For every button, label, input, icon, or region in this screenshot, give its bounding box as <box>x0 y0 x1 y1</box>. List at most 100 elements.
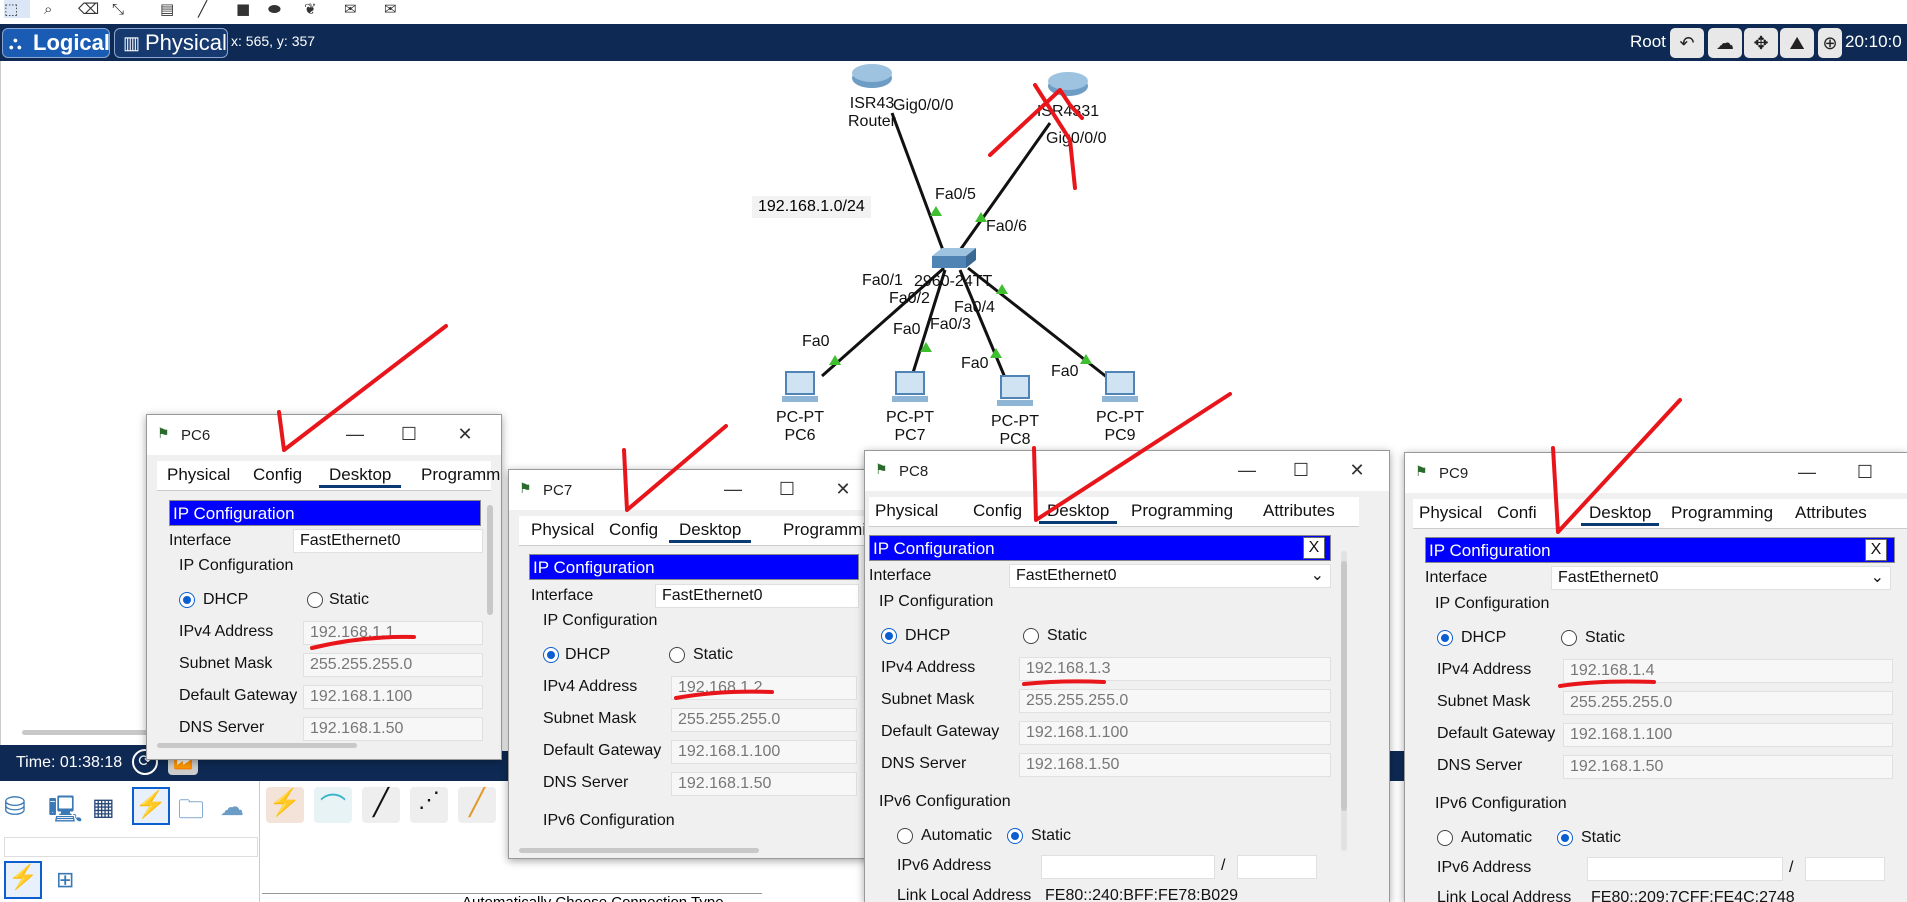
pc9-device[interactable]: PC-PT PC9 <box>1090 370 1150 445</box>
close-icon[interactable]: ✕ <box>453 423 477 445</box>
ipv6-static-radio[interactable] <box>1557 830 1573 846</box>
dns-label: DNS Server <box>881 755 967 772</box>
gateway-field[interactable]: 192.168.1.100 <box>671 740 857 764</box>
tab-config[interactable]: Config <box>973 501 1022 521</box>
interface-select[interactable]: FastEthernet0 ⌄ <box>1009 564 1331 588</box>
tab-physical[interactable]: Physical <box>167 465 230 485</box>
dns-field[interactable]: 192.168.1.50 <box>671 772 857 796</box>
misc-icon[interactable]: 🗀 <box>178 791 204 835</box>
router2-device[interactable]: ISR4331 <box>1028 70 1108 121</box>
tab-programming[interactable]: Programm <box>421 465 500 485</box>
minimize-icon[interactable]: — <box>721 478 745 500</box>
ipv4-field[interactable]: 192.168.1.1 <box>303 621 483 645</box>
dhcp-radio[interactable] <box>881 628 897 644</box>
connections-icon[interactable]: ⚡ <box>132 787 170 825</box>
dns-field[interactable]: 192.168.1.50 <box>1563 755 1893 779</box>
device-tabs: Physical Config Desktop Programming Attr… <box>869 497 1359 527</box>
components-icon[interactable]: ▦ <box>92 793 115 822</box>
tab-programming[interactable]: Programming <box>1131 501 1233 521</box>
tab-physical[interactable]: Physical <box>1419 503 1482 523</box>
pc6-device[interactable]: PC-PT PC6 <box>770 370 830 445</box>
tab-attributes[interactable]: Attributes <box>1263 501 1335 521</box>
dns-field[interactable]: 192.168.1.50 <box>1019 753 1331 777</box>
crossover-icon[interactable]: ⋰ <box>410 787 448 823</box>
interface-select[interactable]: FastEthernet0 <box>293 529 483 553</box>
subnet-field[interactable]: 255.255.255.0 <box>671 708 857 732</box>
grid-icon[interactable]: ⊞ <box>56 867 74 893</box>
console-cable-icon[interactable]: ⌒ <box>314 787 352 823</box>
tab-attributes[interactable]: Attributes <box>1795 503 1867 523</box>
close-icon[interactable]: ✕ <box>1345 459 1369 481</box>
window-scrollbar[interactable] <box>1341 561 1347 811</box>
subnet-field[interactable]: 255.255.255.0 <box>303 653 483 677</box>
minimize-icon[interactable]: — <box>1795 461 1819 483</box>
window-scrollbar[interactable] <box>487 505 493 615</box>
app-icon: ⚑ <box>157 425 170 441</box>
tab-config[interactable]: Config <box>609 520 658 540</box>
network-label[interactable]: 192.168.1.0/24 <box>752 196 871 218</box>
link-light-icon <box>930 206 942 216</box>
minimize-icon[interactable]: — <box>343 423 367 445</box>
ipv6-automatic-radio[interactable] <box>1437 830 1453 846</box>
maximize-icon[interactable]: ☐ <box>1289 459 1313 481</box>
connection-hint: Automatically Choose Connection Type <box>462 894 724 902</box>
maximize-icon[interactable]: ☐ <box>397 423 421 445</box>
tab-desktop[interactable]: Desktop <box>669 520 752 543</box>
tab-config[interactable]: Confi <box>1497 503 1537 523</box>
end-devices-icon[interactable]: 🖳 <box>48 791 83 835</box>
ip-config-close-button[interactable]: X <box>1303 537 1325 559</box>
dhcp-radio[interactable] <box>179 592 195 608</box>
tab-desktop[interactable]: Desktop <box>1039 501 1118 524</box>
ipv6-static-radio[interactable] <box>1007 828 1023 844</box>
ipv6-static-label: Static <box>1031 827 1072 844</box>
tab-physical[interactable]: Physical <box>875 501 938 521</box>
static-radio[interactable] <box>1023 628 1039 644</box>
ipv6-address-field[interactable] <box>1041 855 1215 879</box>
multiuser-icon[interactable]: ☁ <box>220 793 244 822</box>
window-hscrollbar[interactable] <box>157 743 357 748</box>
ipv4-field[interactable]: 192.168.1.3 <box>1019 657 1331 681</box>
dhcp-radio[interactable] <box>543 647 559 663</box>
ipv6-prefix-field[interactable] <box>1237 855 1317 879</box>
gateway-field[interactable]: 192.168.1.100 <box>303 685 483 709</box>
connections-sub-icon[interactable]: ⚡ <box>4 861 42 899</box>
subnet-field[interactable]: 255.255.255.0 <box>1563 691 1893 715</box>
static-radio[interactable] <box>669 647 685 663</box>
window-hscrollbar[interactable] <box>519 848 759 853</box>
pc8-device[interactable]: PC-PT PC8 <box>985 374 1045 449</box>
dns-field[interactable]: 192.168.1.50 <box>303 717 483 741</box>
auto-connection-icon[interactable]: ⚡ <box>266 787 304 823</box>
subnet-field[interactable]: 255.255.255.0 <box>1019 689 1331 713</box>
close-icon[interactable]: ✕ <box>831 478 855 500</box>
straight-through-icon[interactable]: ╱ <box>362 787 400 823</box>
ip-config-close-button[interactable]: X <box>1865 539 1887 561</box>
maximize-icon[interactable]: ☐ <box>1853 461 1877 483</box>
static-radio[interactable] <box>1561 630 1577 646</box>
gateway-field[interactable]: 192.168.1.100 <box>1019 721 1331 745</box>
maximize-icon[interactable]: ☐ <box>775 478 799 500</box>
ipv4-field[interactable]: 192.168.1.4 <box>1563 659 1893 683</box>
ipv6-automatic-radio[interactable] <box>897 828 913 844</box>
interface-select[interactable]: FastEthernet0 <box>655 584 859 608</box>
tab-desktop[interactable]: Desktop <box>1581 503 1660 526</box>
ipv6-prefix-field[interactable] <box>1805 857 1885 881</box>
ipv4-label: IPv4 Address <box>179 623 274 640</box>
tab-programming[interactable]: Programming <box>1671 503 1773 523</box>
pc-icon <box>782 371 818 402</box>
static-radio[interactable] <box>307 592 323 608</box>
pc7-device[interactable]: PC-PT PC7 <box>880 370 940 445</box>
fiber-icon[interactable]: ╱ <box>458 787 496 823</box>
network-devices-icon[interactable]: ⛁ <box>4 791 26 822</box>
tab-desktop[interactable]: Desktop <box>319 465 402 488</box>
dhcp-radio[interactable] <box>1437 630 1453 646</box>
tab-physical[interactable]: Physical <box>531 520 594 540</box>
tab-programming[interactable]: Programmir <box>783 520 872 540</box>
tab-config[interactable]: Config <box>253 465 302 485</box>
ipv4-field[interactable]: 192.168.1.2 <box>671 676 857 700</box>
automatic-label: Automatic <box>1461 829 1533 846</box>
minimize-icon[interactable]: — <box>1235 459 1259 481</box>
interface-select[interactable]: FastEthernet0 ⌄ <box>1551 566 1891 590</box>
interface-label: Interface <box>531 587 594 604</box>
gateway-field[interactable]: 192.168.1.100 <box>1563 723 1893 747</box>
ipv6-address-field[interactable] <box>1587 857 1783 881</box>
